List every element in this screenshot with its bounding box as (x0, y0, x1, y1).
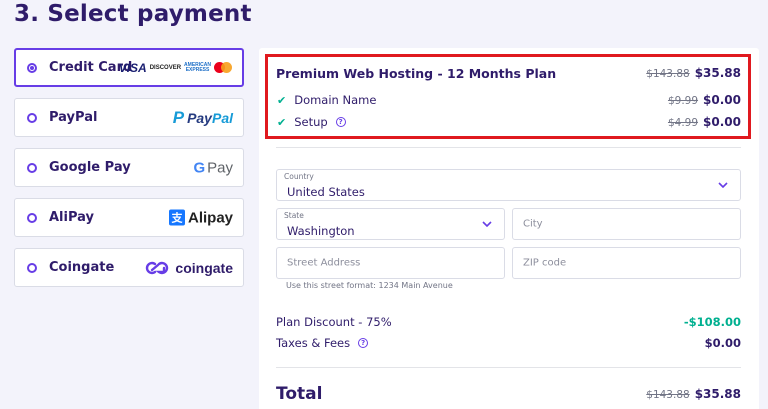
domain-new-price: $0.00 (703, 93, 741, 107)
check-icon: ✔ (277, 115, 287, 129)
included-item-setup: ✔ Setup ? (277, 115, 346, 129)
page-title: 3. Select payment (14, 1, 252, 27)
method-label: PayPal (49, 110, 98, 125)
country-value: United States (287, 185, 365, 199)
domain-price: $9.99 $0.00 (668, 93, 741, 107)
gpay-text: Pay (207, 159, 233, 176)
plan-discount-label: Plan Discount - 75% (276, 315, 392, 329)
city-placeholder: City (523, 218, 543, 230)
check-icon: ✔ (277, 93, 287, 107)
mastercard-logo (214, 62, 232, 73)
divider (276, 367, 741, 368)
total-value: $35.88 (694, 387, 741, 401)
setup-new-price: $0.00 (703, 115, 741, 129)
help-icon[interactable]: ? (358, 338, 369, 348)
divider (276, 147, 741, 148)
radio-icon[interactable] (27, 162, 37, 173)
method-label: Coingate (49, 260, 115, 275)
google-pay-logo: G Pay (193, 159, 233, 176)
setup-price: $4.99 $0.00 (668, 115, 741, 129)
alipay-mark-icon: 支 (168, 209, 185, 226)
paypal-mark-icon: P (172, 107, 185, 127)
total-label: Total (276, 384, 323, 404)
plan-title: Premium Web Hosting - 12 Months Plan (276, 66, 557, 81)
coingate-text: coingate (175, 259, 233, 276)
payment-method-google-pay[interactable]: Google Pay G Pay (14, 148, 244, 187)
method-label: AliPay (49, 210, 94, 225)
coingate-mark-icon (146, 261, 169, 274)
plan-discount-value: -$108.00 (683, 315, 741, 329)
paypal-logo-text-1: Pay (187, 109, 212, 126)
visa-logo: VISA (118, 60, 147, 75)
taxes-fees-value: $0.00 (704, 336, 741, 350)
method-label: Google Pay (49, 160, 131, 175)
amex-logo: AMERICAN EXPRESS (184, 62, 211, 73)
street-placeholder: Street Address (287, 257, 361, 269)
plan-old-price: $143.88 (646, 68, 690, 80)
chevron-down-icon (482, 221, 492, 227)
card-logos: VISA DISCOVER AMERICAN EXPRESS (119, 61, 232, 75)
radio-icon[interactable] (27, 212, 37, 223)
taxes-fees-row: Taxes & Fees ? (276, 336, 369, 350)
state-value: Washington (287, 224, 355, 238)
payment-method-credit-card[interactable]: Credit Card VISA DISCOVER AMERICAN EXPRES… (14, 48, 244, 87)
plan-new-price: $35.88 (694, 66, 741, 80)
total-old-price: $143.88 (646, 389, 690, 401)
zip-code-input[interactable]: ZIP code (512, 247, 741, 279)
country-label: Country (284, 172, 314, 181)
state-label: State (284, 211, 304, 220)
item-label: Domain Name (294, 93, 377, 107)
city-input[interactable]: City (512, 208, 741, 240)
included-item-domain: ✔ Domain Name (277, 93, 376, 107)
street-format-hint: Use this street format: 1234 Main Avenue (286, 281, 453, 290)
plan-price: $143.88 $35.88 (646, 66, 741, 80)
alipay-logo: 支 Alipay (168, 209, 233, 226)
alipay-text: Alipay (187, 209, 233, 226)
payment-method-paypal[interactable]: PayPal P Pay Pal (14, 98, 244, 137)
radio-icon[interactable] (27, 112, 37, 123)
item-label: Setup (294, 115, 328, 129)
total-price: $143.88 $35.88 (646, 387, 741, 401)
radio-selected-icon[interactable] (27, 62, 37, 73)
zip-placeholder: ZIP code (523, 257, 567, 269)
country-select[interactable]: Country United States (276, 169, 741, 201)
amex-line-2: EXPRESS (185, 66, 210, 73)
state-select[interactable]: State Washington (276, 208, 505, 240)
payment-method-alipay[interactable]: AliPay 支 Alipay (14, 198, 244, 237)
radio-icon[interactable] (27, 262, 37, 273)
taxes-fees-label: Taxes & Fees (276, 336, 351, 350)
help-icon[interactable]: ? (335, 117, 346, 127)
payment-method-coingate[interactable]: Coingate coingate (14, 248, 244, 287)
discover-logo: DISCOVER (149, 64, 182, 71)
coingate-logo: coingate (144, 260, 233, 276)
paypal-logo-text-2: Pal (211, 109, 233, 126)
paypal-logo: P Pay Pal (173, 108, 233, 128)
chevron-down-icon (718, 182, 728, 188)
street-address-input[interactable]: Street Address (276, 247, 505, 279)
google-g-icon: G (193, 159, 206, 176)
domain-old-price: $9.99 (667, 95, 699, 107)
setup-old-price: $4.99 (667, 117, 699, 129)
